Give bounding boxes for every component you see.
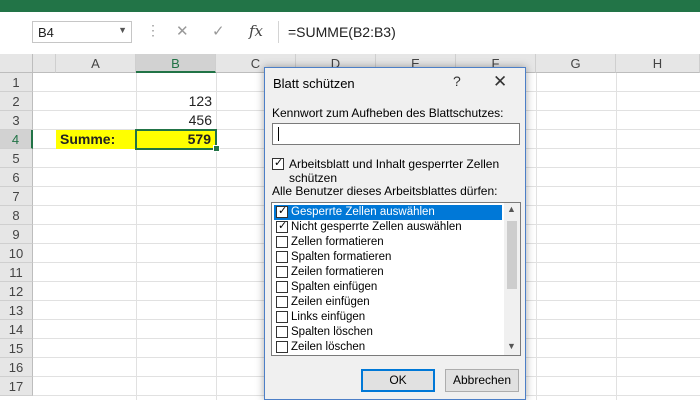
grid-vline <box>616 73 617 400</box>
checkmark-icon: ✓ <box>278 220 288 232</box>
permission-checkbox[interactable] <box>276 296 288 308</box>
permission-label: Zellen formatieren <box>291 236 384 248</box>
permission-checkbox[interactable] <box>276 326 288 338</box>
protect-sheet-label: Arbeitsblatt und Inhalt gesperrter Zelle… <box>289 157 500 185</box>
row-header-9[interactable]: 9 <box>0 225 33 244</box>
password-input[interactable] <box>272 123 520 145</box>
permission-label: Spalten löschen <box>291 326 373 338</box>
permission-label: Gesperrte Zellen auswählen <box>291 206 435 218</box>
permission-checkbox[interactable] <box>276 251 288 263</box>
grid-vline <box>536 73 537 400</box>
fill-handle[interactable] <box>213 145 220 152</box>
permission-label: Spalten formatieren <box>291 251 392 263</box>
scrollbar-thumb[interactable] <box>507 221 517 289</box>
cell-b2[interactable]: 123 <box>136 92 216 111</box>
permission-checkbox[interactable] <box>276 266 288 278</box>
row-header-15[interactable]: 15 <box>0 339 33 358</box>
ribbon-strip <box>0 0 700 12</box>
row-header-16[interactable]: 16 <box>0 358 33 377</box>
protect-sheet-dialog: Blatt schützen ? ✕ Kennwort zum Aufheben… <box>264 67 526 400</box>
column-header-a[interactable]: A <box>56 54 136 73</box>
formula-input[interactable]: =SUMME(B2:B3) <box>278 21 700 43</box>
permission-item[interactable]: ✓ Nicht gesperrte Zellen auswählen <box>274 220 502 235</box>
help-icon[interactable]: ? <box>453 73 461 89</box>
chevron-down-icon[interactable]: ▼ <box>118 25 127 35</box>
select-all-corner[interactable] <box>0 54 33 73</box>
cell-a4[interactable]: Summe: <box>56 130 136 149</box>
close-icon[interactable]: ✕ <box>493 72 507 92</box>
row-header-11[interactable]: 11 <box>0 263 33 282</box>
permission-checkbox[interactable] <box>276 236 288 248</box>
grid-vline <box>216 73 217 400</box>
list-scrollbar[interactable]: ▲ ▼ <box>504 203 520 355</box>
row-header-3[interactable]: 3 <box>0 111 33 130</box>
row-header-2[interactable]: 2 <box>0 92 33 111</box>
checkmark-icon: ✓ <box>274 157 284 169</box>
permissions-list[interactable]: ✓ Gesperrte Zellen auswählen ✓ Nicht gesper… <box>271 202 521 356</box>
permission-checkbox[interactable]: ✓ <box>276 205 288 218</box>
row-header-6[interactable]: 6 <box>0 168 33 187</box>
permission-item[interactable]: Zeilen löschen <box>274 340 502 355</box>
permission-item[interactable]: Zellen formatieren <box>274 235 502 250</box>
row-header-1[interactable]: 1 <box>0 73 33 92</box>
enter-formula-icon[interactable]: ✓ <box>212 22 225 40</box>
scroll-down-icon[interactable]: ▼ <box>507 341 516 351</box>
permission-checkbox[interactable] <box>276 341 288 353</box>
permission-item[interactable]: Spalten einfügen <box>274 280 502 295</box>
row-header-10[interactable]: 10 <box>0 244 33 263</box>
cell-b3[interactable]: 456 <box>136 111 216 130</box>
name-box-value: B4 <box>38 25 54 40</box>
scroll-up-icon[interactable]: ▲ <box>507 204 516 214</box>
permission-item[interactable]: Zeilen einfügen <box>274 295 502 310</box>
permission-item[interactable]: Spalten löschen <box>274 325 502 340</box>
dialog-title: Blatt schützen <box>273 76 355 91</box>
row-header-5[interactable]: 5 <box>0 149 33 168</box>
permission-label: Nicht gesperrte Zellen auswählen <box>291 221 462 233</box>
column-header-b[interactable]: B <box>136 54 216 73</box>
permission-label: Links einfügen <box>291 311 366 323</box>
permission-label: Zeilen löschen <box>291 341 366 353</box>
row-header-13[interactable]: 13 <box>0 301 33 320</box>
password-label: Kennwort zum Aufheben des Blattschutzes: <box>272 106 504 120</box>
formula-text: =SUMME(B2:B3) <box>288 24 396 40</box>
column-header-gap <box>33 54 56 73</box>
row-header-14[interactable]: 14 <box>0 320 33 339</box>
row-header-4[interactable]: 4 <box>0 130 33 149</box>
permission-item[interactable]: Spalten formatieren <box>274 250 502 265</box>
row-header-8[interactable]: 8 <box>0 206 33 225</box>
permission-checkbox[interactable]: ✓ <box>276 220 288 233</box>
protect-sheet-checkbox[interactable]: ✓ <box>272 157 284 170</box>
permission-item[interactable]: ✓ Gesperrte Zellen auswählen <box>274 205 502 220</box>
drag-handle-icon[interactable]: ⋮ <box>146 22 160 39</box>
cell-b4[interactable]: 579 <box>135 129 217 150</box>
cancel-formula-icon[interactable]: ✕ <box>176 22 189 40</box>
allow-users-label: Alle Benutzer dieses Arbeitsblattes dürf… <box>272 184 498 198</box>
cancel-button[interactable]: Abbrechen <box>445 369 519 392</box>
permission-label: Zeilen formatieren <box>291 266 384 278</box>
permission-checkbox[interactable] <box>276 281 288 293</box>
row-header-7[interactable]: 7 <box>0 187 33 206</box>
name-box[interactable]: B4 ▼ <box>32 21 132 43</box>
ok-button[interactable]: OK <box>361 369 435 392</box>
permission-item[interactable]: Zeilen formatieren <box>274 265 502 280</box>
permission-label: Spalten einfügen <box>291 281 378 293</box>
checkmark-icon: ✓ <box>278 205 288 217</box>
column-header-g[interactable]: G <box>536 54 616 73</box>
row-header-17[interactable]: 17 <box>0 377 33 396</box>
function-icon[interactable]: fx <box>249 22 263 40</box>
row-header-12[interactable]: 12 <box>0 282 33 301</box>
column-header-h[interactable]: H <box>616 54 700 73</box>
text-caret <box>278 127 279 141</box>
permission-label: Zeilen einfügen <box>291 296 370 308</box>
permission-checkbox[interactable] <box>276 311 288 323</box>
permission-item[interactable]: Links einfügen <box>274 310 502 325</box>
